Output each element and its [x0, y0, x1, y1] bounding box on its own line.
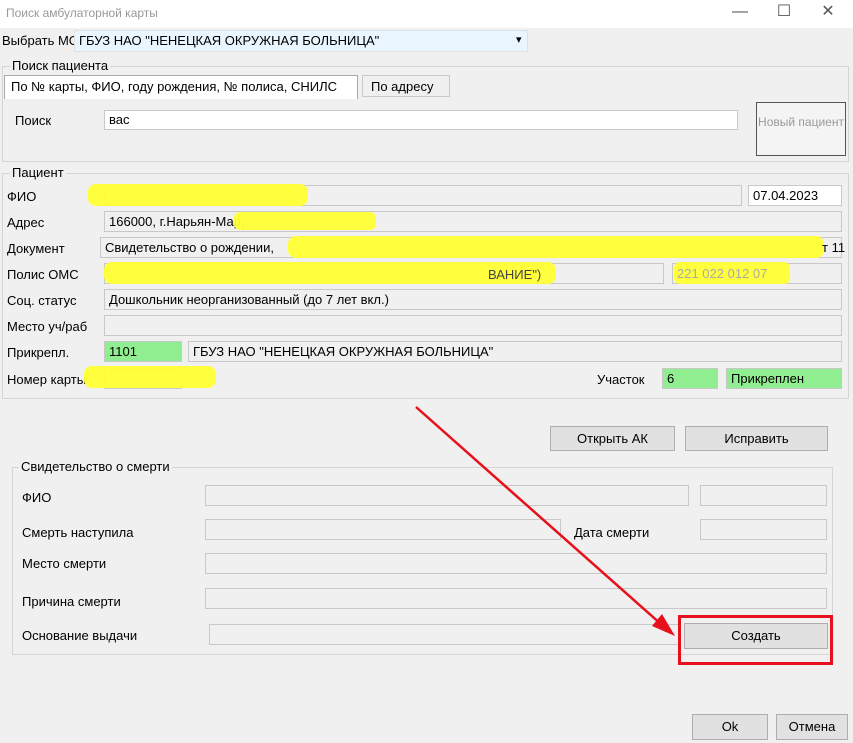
cancel-button[interactable]: Отмена [776, 714, 848, 740]
annotation-arrow [415, 406, 675, 636]
ok-button[interactable]: Ok [692, 714, 768, 740]
annotation-arrow-head [652, 614, 675, 636]
annotation-arrow-line [415, 406, 663, 626]
